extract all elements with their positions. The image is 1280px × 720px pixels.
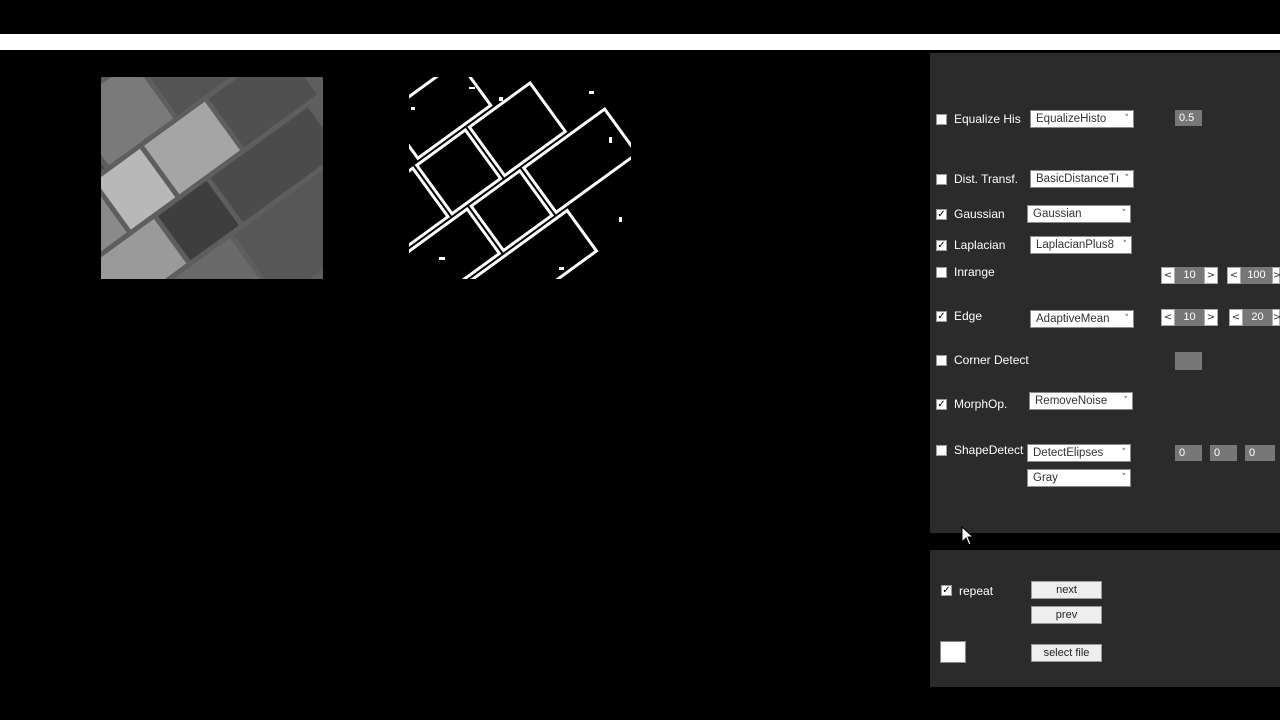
edge-param2-value[interactable]: 20	[1243, 309, 1272, 326]
chevron-down-icon: ˅	[1124, 174, 1130, 184]
dist-transf-label: Dist. Transf.	[954, 172, 1019, 186]
dist-transf-checkbox[interactable]	[936, 174, 947, 185]
edge-param1-decrement[interactable]: <	[1161, 309, 1175, 326]
edge-label: Edge	[954, 309, 983, 323]
laplacian-label: Laplacian	[954, 238, 1006, 252]
dist-transf-combo[interactable]: BasicDistanceTı ˅	[1030, 170, 1134, 188]
edge-checkbox[interactable]: ✓	[936, 311, 947, 322]
edge-param2-increment[interactable]: >	[1272, 309, 1280, 326]
inrange-min-increment[interactable]: >	[1204, 267, 1218, 284]
prev-button[interactable]: prev	[1031, 606, 1102, 624]
chevron-down-icon: ˅	[1121, 209, 1127, 219]
inrange-min-value[interactable]: 10	[1175, 267, 1204, 284]
next-button[interactable]: next	[1031, 581, 1102, 599]
edge-combo-value: AdaptiveMean	[1036, 313, 1110, 325]
inrange-min-decrement[interactable]: <	[1161, 267, 1175, 284]
gaussian-checkbox[interactable]: ✓	[936, 209, 947, 220]
shapedetect-param2-field[interactable]: 0	[1210, 445, 1237, 461]
equalize-checkbox[interactable]	[936, 114, 947, 125]
morphop-label: MorphOp.	[954, 397, 1008, 411]
corner-detect-label: Corner Detect	[954, 353, 1029, 367]
gaussian-combo-value: Gaussian	[1033, 208, 1082, 220]
morphop-checkbox[interactable]: ✓	[936, 399, 947, 410]
equalize-value-field[interactable]: 0.5	[1175, 110, 1202, 126]
inrange-max-value[interactable]: 100	[1241, 267, 1272, 284]
equalize-combo-value: EqualizeHisto	[1036, 113, 1107, 125]
corner-detect-checkbox[interactable]	[936, 355, 947, 366]
edge-combo[interactable]: AdaptiveMean ˅	[1030, 310, 1134, 328]
shapedetect-combo-value: DetectElipses	[1033, 447, 1104, 459]
laplacian-combo-value: LaplacianPlus8	[1036, 239, 1115, 251]
shapedetect-color-combo-value: Gray	[1033, 472, 1058, 484]
edge-param2-decrement[interactable]: <	[1229, 309, 1243, 326]
shapedetect-color-combo[interactable]: Gray ˅	[1027, 469, 1131, 487]
equalize-combo[interactable]: EqualizeHisto ˅	[1030, 110, 1134, 128]
gaussian-label: Gaussian	[954, 207, 1005, 221]
shapedetect-label: ShapeDetect	[954, 443, 1024, 457]
shapedetect-combo[interactable]: DetectElipses ˅	[1027, 444, 1131, 462]
mouse-pointer-icon	[961, 525, 975, 551]
laplacian-checkbox[interactable]: ✓	[936, 240, 947, 251]
repeat-label: repeat	[959, 584, 994, 598]
edge-param1-increment[interactable]: >	[1204, 309, 1218, 326]
edge-param1-value[interactable]: 10	[1175, 309, 1204, 326]
laplacian-combo[interactable]: LaplacianPlus8 ˅	[1030, 236, 1132, 254]
gaussian-combo[interactable]: Gaussian ˅	[1027, 205, 1131, 223]
equalize-label: Equalize His	[954, 112, 1021, 126]
chevron-down-icon: ˅	[1124, 114, 1130, 124]
shapedetect-param1-field[interactable]: 0	[1175, 445, 1202, 461]
filter-controls-panel: Equalize His EqualizeHisto ˅ 0.5 Dist. Tr…	[930, 53, 1280, 533]
repeat-checkbox[interactable]: ✓	[941, 585, 952, 596]
chevron-down-icon: ˅	[1122, 240, 1128, 250]
morphop-combo-value: RemoveNoise	[1035, 395, 1108, 407]
top-white-bar	[0, 34, 1280, 50]
chevron-down-icon: ˅	[1124, 314, 1130, 324]
file-preview-box	[940, 641, 966, 663]
chevron-down-icon: ˅	[1123, 396, 1129, 406]
playback-controls-panel: ✓ repeat next prev select file	[930, 550, 1280, 687]
inrange-max-increment[interactable]: >	[1272, 267, 1280, 284]
corner-detect-value-field[interactable]	[1175, 352, 1202, 370]
select-file-button[interactable]: select file	[1031, 644, 1102, 662]
shapedetect-param3-field[interactable]: 0	[1245, 445, 1275, 461]
inrange-label: Inrange	[954, 265, 995, 279]
chevron-down-icon: ˅	[1121, 448, 1127, 458]
inrange-checkbox[interactable]	[936, 267, 947, 278]
chevron-down-icon: ˅	[1121, 473, 1127, 483]
source-image	[101, 77, 323, 279]
morphop-combo[interactable]: RemoveNoise ˅	[1029, 392, 1133, 410]
dist-transf-combo-value: BasicDistanceTı	[1036, 173, 1120, 185]
edge-output-image	[409, 77, 631, 279]
shapedetect-checkbox[interactable]	[936, 445, 947, 456]
inrange-max-decrement[interactable]: <	[1227, 267, 1241, 284]
